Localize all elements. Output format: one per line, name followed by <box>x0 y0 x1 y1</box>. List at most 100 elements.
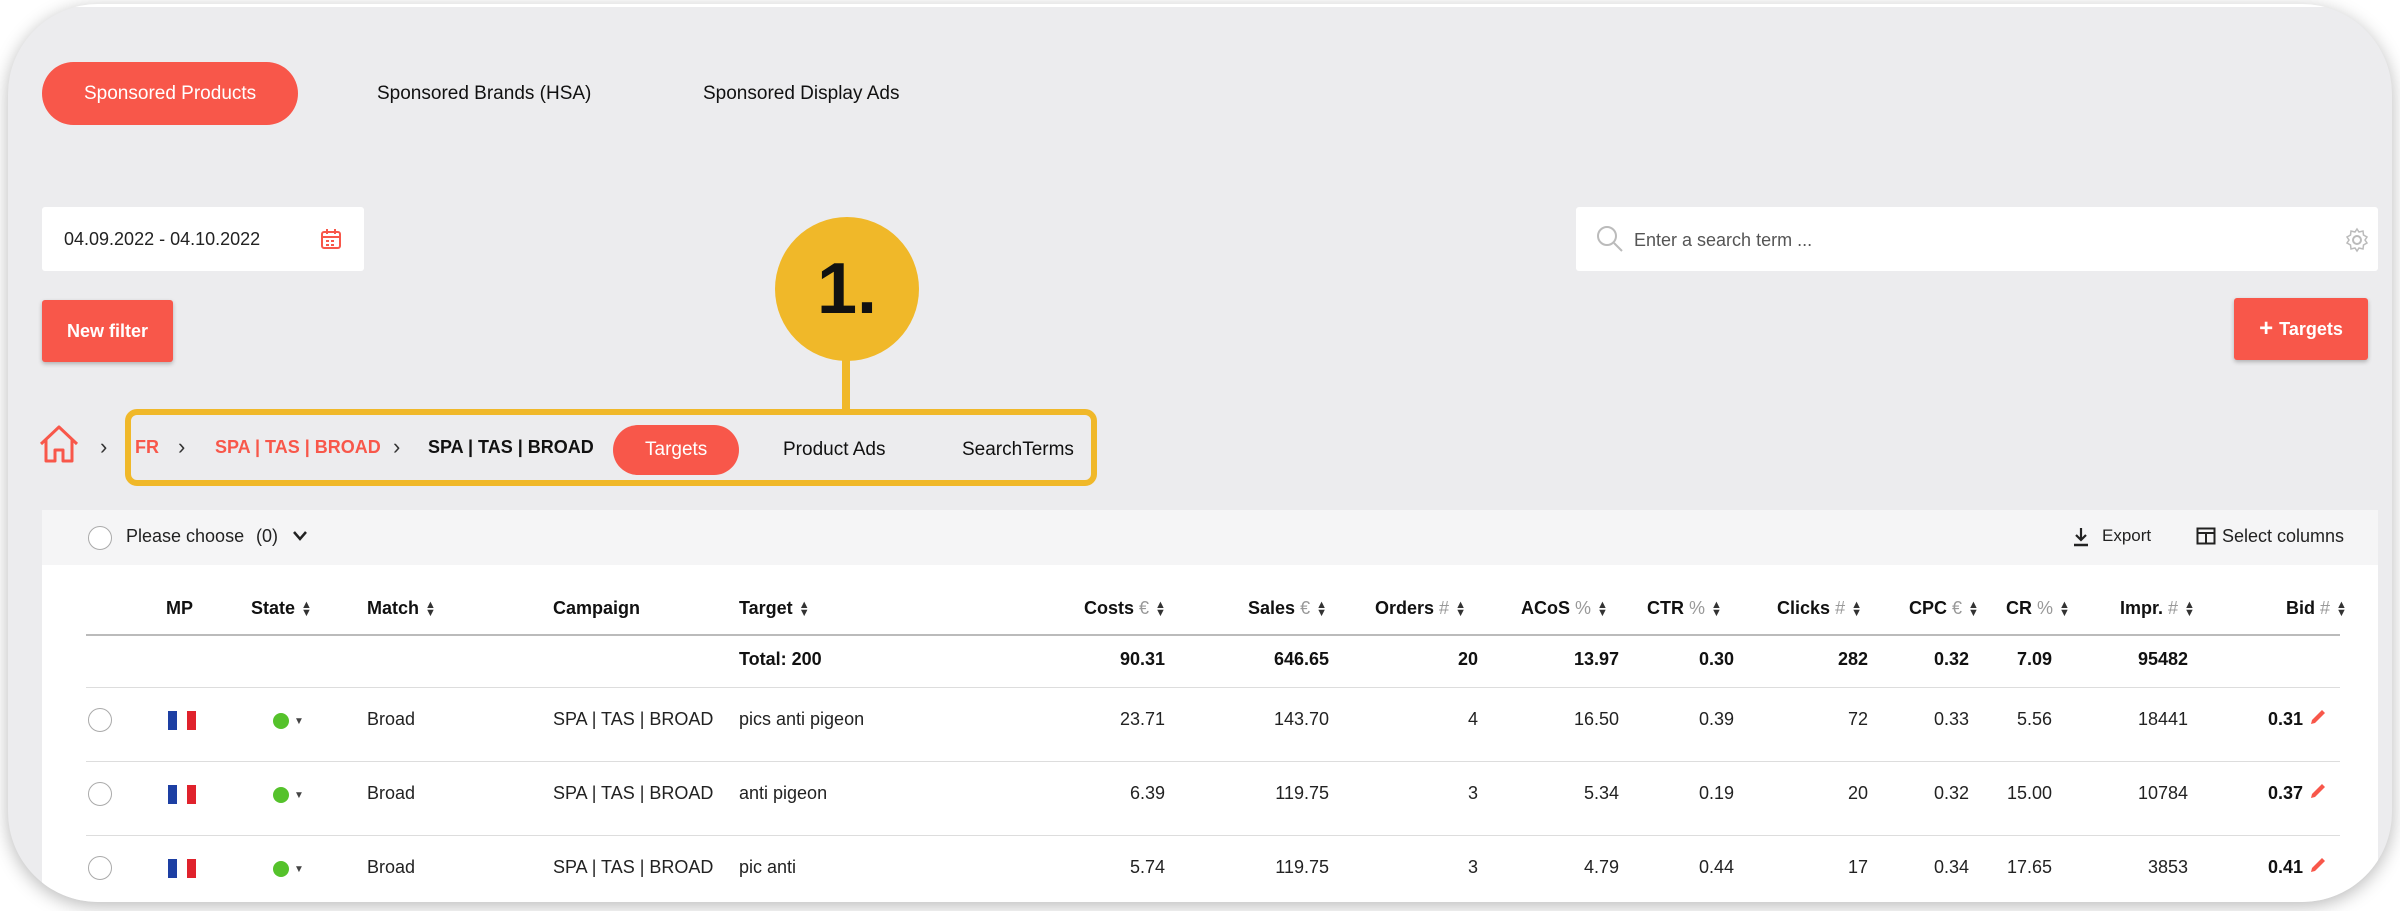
tab-sponsored-display-ads[interactable]: Sponsored Display Ads <box>703 62 899 125</box>
sort-icon: ▲ ▼ <box>2184 599 2195 620</box>
row-acos: 4.79 <box>1583 857 1619 877</box>
row-bid[interactable]: 0.31 <box>2268 709 2303 730</box>
col-header-ctr[interactable]: CTR % ▲ ▼ <box>1647 598 1722 619</box>
caret-down-icon[interactable]: ▼ <box>294 716 304 727</box>
calendar-icon[interactable] <box>320 228 342 250</box>
window-top-edge <box>8 4 2392 7</box>
row-divider <box>86 687 2340 688</box>
tab-sponsored-products[interactable]: Sponsored Products <box>42 62 299 125</box>
sort-icon: ▲ ▼ <box>2336 599 2347 620</box>
subtab-searchterms[interactable]: SearchTerms <box>962 425 1074 475</box>
caret-down-icon[interactable]: ▼ <box>294 790 304 801</box>
subtab-targets[interactable]: Targets <box>613 425 740 475</box>
totals-ctr: 0.30 <box>1698 649 1734 669</box>
state-active-icon[interactable] <box>273 861 289 877</box>
row-target: anti pigeon <box>739 783 828 803</box>
col-header-cr[interactable]: CR % ▲ ▼ <box>2006 598 2070 619</box>
row-bid[interactable]: 0.41 <box>2268 857 2303 878</box>
col-header-state[interactable]: State ▲ ▼ <box>251 598 312 619</box>
export-button[interactable]: Export <box>2102 526 2151 546</box>
date-range-value: 04.09.2022 - 04.10.2022 <box>64 229 261 249</box>
sort-icon: ▲ ▼ <box>1597 599 1608 620</box>
row-cpc: 0.32 <box>1933 783 1969 803</box>
col-header-orders[interactable]: Orders # ▲ ▼ <box>1375 598 1466 619</box>
col-header-match[interactable]: Match ▲ ▼ <box>367 598 436 619</box>
new-filter-button[interactable]: New filter <box>42 300 173 362</box>
download-icon[interactable] <box>2072 527 2090 547</box>
edit-pencil-icon[interactable] <box>2308 707 2328 727</box>
france-flag-icon <box>168 711 196 730</box>
row-ctr: 0.19 <box>1698 783 1734 803</box>
row-costs: 6.39 <box>1129 783 1165 803</box>
row-clicks: 17 <box>1847 857 1868 877</box>
france-flag-icon <box>168 785 196 804</box>
totals-orders: 20 <box>1457 649 1478 669</box>
col-header-impr[interactable]: Impr. # ▲ ▼ <box>2120 598 2195 619</box>
gear-icon[interactable] <box>2344 227 2370 253</box>
col-header-sales[interactable]: Sales € ▲ ▼ <box>1248 598 1327 619</box>
row-orders: 3 <box>1467 783 1478 803</box>
select-columns-button[interactable]: Select columns <box>2222 526 2344 547</box>
row-checkbox[interactable] <box>88 708 112 732</box>
row-costs: 23.71 <box>1119 709 1165 729</box>
breadcrumb-marketplace[interactable]: FR <box>135 435 159 459</box>
selection-count: (0) <box>256 526 278 546</box>
row-acos: 5.34 <box>1583 783 1619 803</box>
totals-clicks: 282 <box>1837 649 1868 669</box>
subtab-product-ads[interactable]: Product Ads <box>783 425 885 475</box>
state-active-icon[interactable] <box>273 787 289 803</box>
row-ctr: 0.44 <box>1698 857 1734 877</box>
row-costs: 5.74 <box>1129 857 1165 877</box>
sort-icon: ▲ ▼ <box>2059 599 2070 620</box>
date-range-picker[interactable]: 04.09.2022 - 04.10.2022 <box>42 207 364 271</box>
col-header-acos[interactable]: ACoS % ▲ ▼ <box>1521 598 1608 619</box>
col-header-mp: MP <box>166 598 193 618</box>
select-all-checkbox[interactable] <box>88 526 112 550</box>
row-checkbox[interactable] <box>88 782 112 806</box>
row-target: pic anti <box>739 857 797 877</box>
totals-costs: 90.31 <box>1119 649 1165 669</box>
breadcrumb-portfolio[interactable]: SPA | TAS | BROAD <box>215 435 381 459</box>
row-checkbox[interactable] <box>88 856 112 880</box>
columns-icon[interactable] <box>2196 527 2216 545</box>
add-targets-button[interactable]: + Targets <box>2234 298 2368 360</box>
col-header-cpc[interactable]: CPC € ▲ ▼ <box>1909 598 1979 619</box>
row-cpc: 0.34 <box>1933 857 1969 877</box>
edit-pencil-icon[interactable] <box>2308 855 2328 875</box>
edit-pencil-icon[interactable] <box>2308 781 2328 801</box>
col-header-bid[interactable]: Bid # ▲ ▼ <box>2286 598 2347 619</box>
row-campaign: SPA | TAS | BROAD <box>553 709 714 729</box>
tab-sponsored-brands[interactable]: Sponsored Brands (HSA) <box>377 62 591 125</box>
row-sales: 119.75 <box>1275 857 1329 877</box>
col-header-clicks[interactable]: Clicks # ▲ ▼ <box>1777 598 1862 619</box>
caret-down-icon[interactable]: ▼ <box>294 864 304 875</box>
row-clicks: 20 <box>1847 783 1868 803</box>
search-input[interactable] <box>1632 207 2316 273</box>
row-impr: 18441 <box>2137 709 2188 729</box>
col-header-costs[interactable]: Costs € ▲ ▼ <box>1084 598 1166 619</box>
row-bid[interactable]: 0.37 <box>2268 783 2303 804</box>
totals-cpc: 0.32 <box>1933 649 1969 669</box>
chevron-right-icon: › <box>100 434 108 459</box>
row-match: Broad <box>367 783 416 803</box>
row-orders: 4 <box>1467 709 1478 729</box>
row-acos: 16.50 <box>1573 709 1619 729</box>
row-campaign: SPA | TAS | BROAD <box>553 783 714 803</box>
plus-icon: + <box>2259 315 2274 342</box>
search-box <box>1576 207 2378 273</box>
sort-icon: ▲ ▼ <box>798 599 810 620</box>
col-header-target[interactable]: Target ▲ ▼ <box>739 598 810 619</box>
targets-table: Please choose (0) Export Select columns … <box>42 510 2378 902</box>
row-ctr: 0.39 <box>1698 709 1734 729</box>
totals-sales: 646.65 <box>1273 649 1329 669</box>
chevron-down-icon[interactable] <box>292 530 308 542</box>
search-icon <box>1597 226 1623 252</box>
bulk-action-select[interactable]: Please choose <box>126 526 244 547</box>
home-icon[interactable] <box>38 424 80 464</box>
chevron-right-icon: › <box>178 434 186 459</box>
sort-icon: ▲ ▼ <box>301 599 312 620</box>
row-cr: 17.65 <box>2006 857 2052 877</box>
row-divider <box>86 835 2340 836</box>
row-cr: 15.00 <box>2006 783 2052 803</box>
state-active-icon[interactable] <box>273 713 289 729</box>
